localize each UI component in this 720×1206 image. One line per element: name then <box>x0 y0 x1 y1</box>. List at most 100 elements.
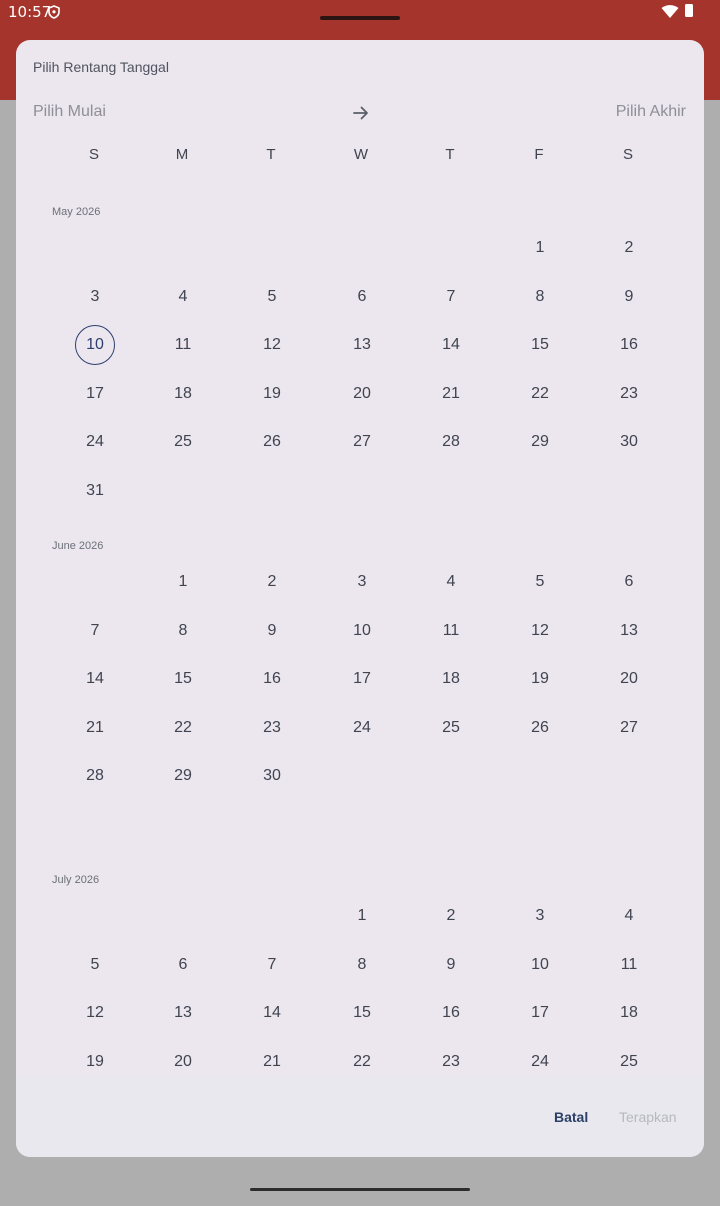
calendar-day[interactable]: 20 <box>609 659 649 699</box>
weekday-label: T <box>445 146 455 163</box>
calendar-day[interactable]: 25 <box>431 708 471 748</box>
calendar-day[interactable]: 3 <box>520 896 560 936</box>
calendar-day[interactable]: 19 <box>75 1042 115 1077</box>
calendar-day[interactable]: 16 <box>252 659 292 699</box>
calendar-day[interactable]: 4 <box>609 896 649 936</box>
calendar-day[interactable]: 27 <box>342 422 382 462</box>
calendar-day[interactable]: 13 <box>163 993 203 1033</box>
calendar-day[interactable]: 12 <box>75 993 115 1033</box>
calendar-day[interactable]: 17 <box>520 993 560 1033</box>
weekday-label: F <box>534 146 544 163</box>
status-time: 10:57 <box>8 3 52 21</box>
calendar-day[interactable]: 19 <box>252 374 292 414</box>
calendar-day[interactable]: 5 <box>75 945 115 985</box>
calendar-day[interactable]: 10 <box>520 945 560 985</box>
calendar-day[interactable]: 31 <box>75 471 115 511</box>
calendar-day[interactable]: 5 <box>252 277 292 317</box>
calendar-day[interactable]: 16 <box>431 993 471 1033</box>
calendar-day[interactable]: 2 <box>431 896 471 936</box>
calendar-day[interactable]: 20 <box>342 374 382 414</box>
calendar-day[interactable]: 18 <box>431 659 471 699</box>
calendar-scroll-area[interactable]: May 2026 1 2 3 4 5 6 7 8 9 10 11 12 13 14 15 16 17 18 19 20 2… <box>16 180 704 1077</box>
calendar-day[interactable]: 9 <box>252 611 292 651</box>
calendar-day[interactable]: 23 <box>252 708 292 748</box>
calendar-day[interactable]: 15 <box>342 993 382 1033</box>
calendar-day[interactable]: 2 <box>609 228 649 268</box>
calendar-day[interactable]: 8 <box>520 277 560 317</box>
calendar-day[interactable]: 19 <box>520 659 560 699</box>
calendar-day[interactable]: 12 <box>252 325 292 365</box>
calendar-day[interactable]: 15 <box>520 325 560 365</box>
calendar-day[interactable]: 4 <box>163 277 203 317</box>
calendar-day[interactable]: 22 <box>520 374 560 414</box>
calendar-day[interactable]: 6 <box>609 562 649 602</box>
start-date-field[interactable]: Pilih Mulai <box>33 103 106 121</box>
calendar-day[interactable]: 11 <box>163 325 203 365</box>
calendar-day[interactable]: 7 <box>252 945 292 985</box>
calendar-day[interactable]: 21 <box>431 374 471 414</box>
calendar-day[interactable]: 3 <box>342 562 382 602</box>
calendar-day[interactable]: 22 <box>342 1042 382 1077</box>
calendar-day[interactable]: 17 <box>342 659 382 699</box>
calendar-day[interactable]: 6 <box>342 277 382 317</box>
month-label: July 2026 <box>52 874 100 886</box>
calendar-day[interactable]: 15 <box>163 659 203 699</box>
calendar-day[interactable]: 9 <box>431 945 471 985</box>
calendar-day[interactable]: 29 <box>520 422 560 462</box>
calendar-day[interactable]: 24 <box>520 1042 560 1077</box>
calendar-day[interactable]: 14 <box>252 993 292 1033</box>
dialog-title: Pilih Rentang Tanggal <box>33 59 169 75</box>
calendar-day[interactable]: 26 <box>252 422 292 462</box>
home-indicator[interactable] <box>250 1188 470 1191</box>
calendar-day[interactable]: 17 <box>75 374 115 414</box>
calendar-day[interactable]: 27 <box>609 708 649 748</box>
calendar-day-today[interactable]: 10 <box>75 325 115 366</box>
calendar-day[interactable]: 12 <box>520 611 560 651</box>
calendar-day[interactable]: 23 <box>431 1042 471 1077</box>
calendar-day[interactable]: 3 <box>75 277 115 317</box>
cancel-button[interactable]: Batal <box>554 1109 588 1125</box>
calendar-day[interactable]: 24 <box>342 708 382 748</box>
weekday-header: S M T W T F S <box>16 146 704 166</box>
calendar-day[interactable]: 21 <box>252 1042 292 1077</box>
calendar-day[interactable]: 1 <box>163 562 203 602</box>
calendar-day[interactable]: 16 <box>609 325 649 365</box>
calendar-day[interactable]: 1 <box>520 228 560 268</box>
calendar-day[interactable]: 28 <box>75 756 115 796</box>
calendar-day[interactable]: 10 <box>342 611 382 651</box>
calendar-day[interactable]: 21 <box>75 708 115 748</box>
calendar-day[interactable]: 11 <box>609 945 649 985</box>
end-date-field[interactable]: Pilih Akhir <box>616 103 686 121</box>
calendar-day[interactable]: 13 <box>609 611 649 651</box>
calendar-day[interactable]: 20 <box>163 1042 203 1077</box>
calendar-day[interactable]: 11 <box>431 611 471 651</box>
calendar-day[interactable]: 24 <box>75 422 115 462</box>
apply-button[interactable]: Terapkan <box>619 1109 677 1125</box>
calendar-day[interactable]: 14 <box>75 659 115 699</box>
weekday-label: S <box>88 146 99 163</box>
calendar-day[interactable]: 25 <box>609 1042 649 1077</box>
calendar-day[interactable]: 6 <box>163 945 203 985</box>
calendar-day[interactable]: 23 <box>609 374 649 414</box>
calendar-day[interactable]: 7 <box>75 611 115 651</box>
calendar-day[interactable]: 25 <box>163 422 203 462</box>
calendar-day[interactable]: 13 <box>342 325 382 365</box>
calendar-day[interactable]: 18 <box>163 374 203 414</box>
calendar-day[interactable]: 1 <box>342 896 382 936</box>
calendar-day[interactable]: 22 <box>163 708 203 748</box>
calendar-day[interactable]: 4 <box>431 562 471 602</box>
calendar-day[interactable]: 30 <box>609 422 649 462</box>
calendar-day[interactable]: 9 <box>609 277 649 317</box>
calendar-day[interactable]: 8 <box>163 611 203 651</box>
month-label: May 2026 <box>52 206 101 218</box>
calendar-day[interactable]: 26 <box>520 708 560 748</box>
calendar-day[interactable]: 8 <box>342 945 382 985</box>
calendar-day[interactable]: 2 <box>252 562 292 602</box>
calendar-day[interactable]: 14 <box>431 325 471 365</box>
calendar-day[interactable]: 7 <box>431 277 471 317</box>
calendar-day[interactable]: 30 <box>252 756 292 796</box>
calendar-day[interactable]: 29 <box>163 756 203 796</box>
calendar-day[interactable]: 5 <box>520 562 560 602</box>
calendar-day[interactable]: 28 <box>431 422 471 462</box>
calendar-day[interactable]: 18 <box>609 993 649 1033</box>
